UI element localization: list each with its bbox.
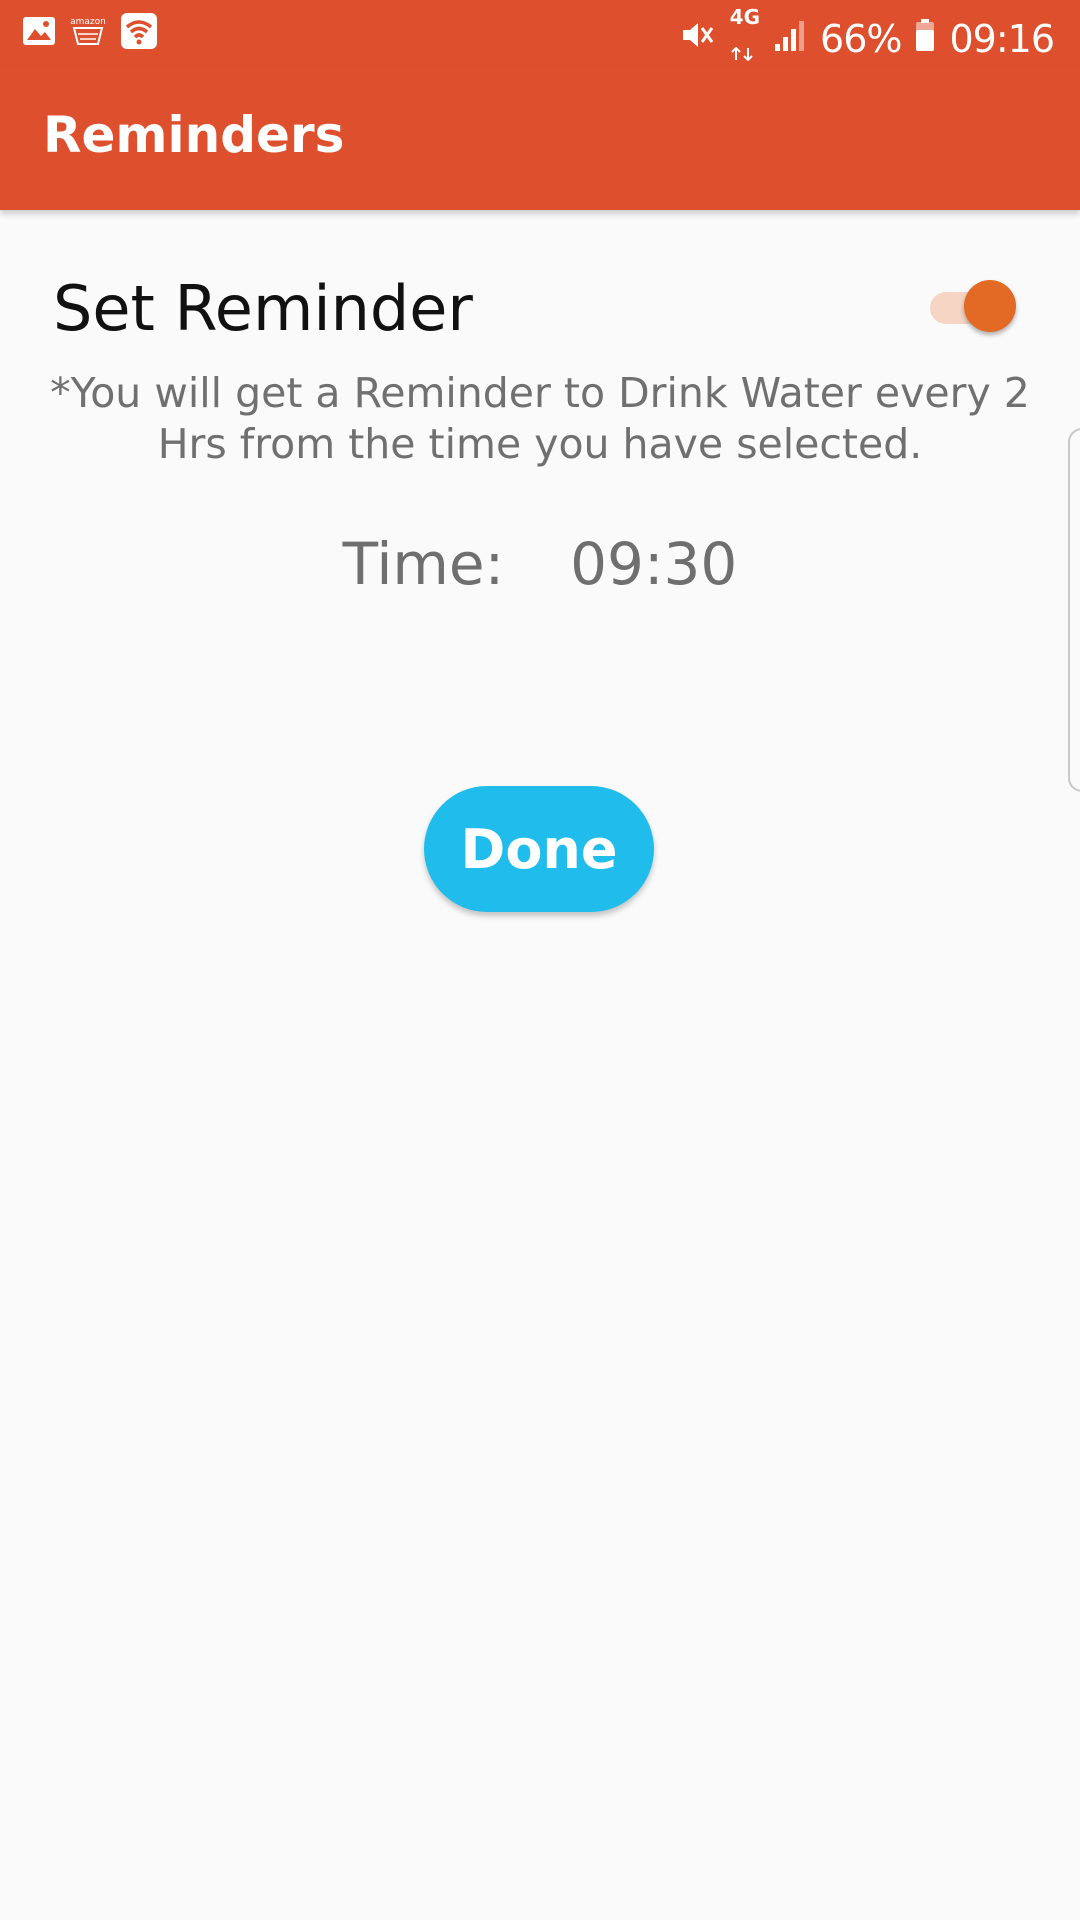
set-reminder-label: Set Reminder	[53, 272, 473, 345]
gallery-icon	[22, 16, 56, 51]
amazon-icon: amazon	[70, 14, 106, 53]
signal-icon	[774, 17, 806, 61]
status-clock: 09:16	[949, 17, 1055, 61]
done-button[interactable]: Done	[424, 786, 654, 912]
reminder-info-text: *You will get a Reminder to Drink Water …	[50, 369, 1030, 468]
status-bar: amazon 4G 66% 09:16	[0, 0, 1080, 66]
time-label: Time:	[342, 530, 505, 598]
edge-panel-handle[interactable]	[1068, 428, 1080, 792]
app-bar: Reminders	[0, 66, 1080, 210]
network-4g-icon: 4G	[730, 7, 760, 70]
time-value[interactable]: 09:30	[570, 530, 737, 598]
status-left-icons: amazon	[22, 12, 158, 55]
page-title: Reminders	[43, 106, 345, 164]
mute-icon	[680, 17, 716, 61]
svg-text:amazon: amazon	[70, 17, 106, 27]
battery-percent: 66%	[820, 17, 902, 61]
toggle-thumb	[964, 280, 1016, 332]
status-right-icons: 4G 66% 09:16	[680, 7, 1055, 70]
time-row[interactable]: Time: 09:30	[0, 530, 1080, 598]
battery-icon	[915, 17, 935, 61]
reminder-toggle[interactable]	[930, 280, 1016, 334]
wifi-hotspot-icon	[120, 12, 158, 55]
reminders-screen: amazon 4G 66% 09:16 Reminders Set Remind…	[0, 0, 1080, 1920]
